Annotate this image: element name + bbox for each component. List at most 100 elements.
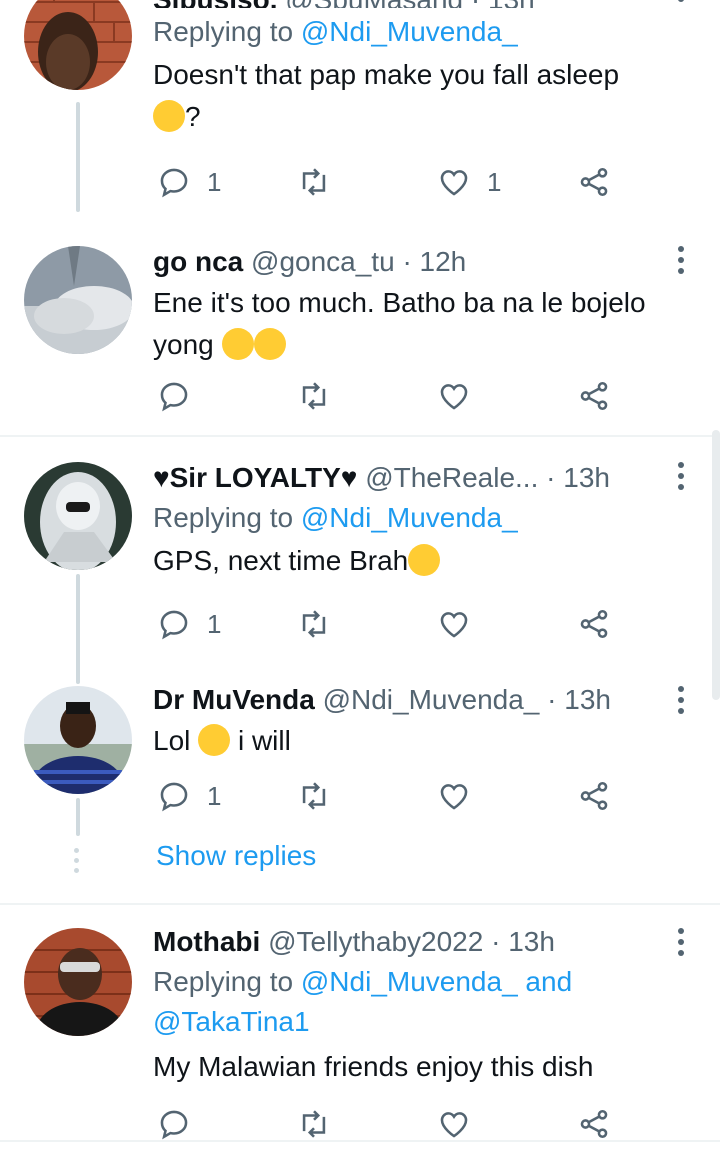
- share-icon: [580, 381, 608, 411]
- avatar-image: [24, 928, 132, 1036]
- timestamp[interactable]: · 13h: [471, 0, 535, 8]
- reply-icon: [160, 168, 188, 198]
- thread-line: [76, 102, 80, 212]
- tweet-actions: 1 1: [153, 162, 720, 202]
- reply-icon: [160, 782, 188, 812]
- reply-count: 1: [207, 166, 222, 197]
- pleading-face-emoji-icon: [408, 544, 441, 576]
- share-button[interactable]: [577, 1104, 611, 1144]
- tweet-actions: 1: [153, 776, 720, 816]
- retweet-button[interactable]: [297, 604, 331, 644]
- tweet-text: Doesn't that pap make you fall asleep ?: [153, 59, 620, 132]
- reply-button[interactable]: [157, 1104, 207, 1144]
- like-button[interactable]: [437, 776, 471, 816]
- display-name[interactable]: Dr MuVenda: [153, 684, 315, 715]
- handle[interactable]: @Tellythaby2022: [268, 926, 483, 957]
- more-options-icon[interactable]: [678, 0, 686, 7]
- mention-link[interactable]: @Ndi_Muvenda_: [301, 966, 518, 997]
- avatar[interactable]: [24, 246, 132, 354]
- tweet-header: ♥Sir LOYALTY♥ @TheReale... · 13h: [153, 460, 660, 496]
- mention-link[interactable]: @TakaTina1: [153, 1006, 310, 1037]
- avatar[interactable]: [24, 686, 132, 794]
- thread-line: [76, 798, 80, 836]
- share-icon: [580, 1109, 608, 1139]
- tweet-actions: 1: [153, 604, 720, 644]
- display-name[interactable]: ♥Sir LOYALTY♥: [153, 462, 357, 493]
- like-button[interactable]: [437, 604, 471, 644]
- laughing-emoji-icon: [198, 724, 231, 756]
- share-icon: [580, 167, 608, 197]
- timestamp[interactable]: · 13h: [491, 926, 555, 957]
- reply-count: 1: [207, 608, 222, 639]
- heart-icon: [440, 170, 468, 196]
- tweet-text: GPS, next time Brah: [153, 540, 660, 582]
- retweet-icon: [302, 168, 326, 196]
- reply-button[interactable]: 1: [157, 776, 221, 816]
- replying-to: Replying to @Ndi_Muvenda_: [153, 502, 518, 533]
- display-name[interactable]: Mothabi: [153, 926, 260, 957]
- display-name[interactable]: Sibusiso.: [153, 0, 277, 8]
- reply-icon: [160, 610, 188, 640]
- heart-icon: [440, 1112, 468, 1138]
- like-button[interactable]: [437, 376, 471, 416]
- share-button[interactable]: [577, 162, 611, 202]
- share-button[interactable]: [577, 776, 611, 816]
- reply-button[interactable]: 1: [157, 604, 221, 644]
- tweet-header: Sibusiso. @SbuMasang · 13h: [153, 0, 660, 8]
- like-button[interactable]: [437, 1104, 471, 1144]
- timestamp[interactable]: · 13h: [546, 462, 610, 493]
- rofl-emoji-icon: [221, 328, 254, 360]
- tweet-text: My Malawian friends enjoy this dish: [153, 1051, 594, 1082]
- heart-icon: [440, 612, 468, 638]
- reply-icon: [160, 1110, 188, 1140]
- timestamp[interactable]: · 12h: [402, 246, 466, 277]
- avatar[interactable]: [24, 462, 132, 570]
- tweet-header: Dr MuVenda @Ndi_Muvenda_ · 13h: [153, 682, 660, 718]
- divider: [0, 903, 720, 905]
- tweet-header: go nca @gonca_tu · 12h: [153, 244, 660, 280]
- and-others-link[interactable]: and: [518, 966, 572, 997]
- more-options-icon[interactable]: [678, 462, 686, 495]
- retweet-icon: [302, 1110, 326, 1138]
- tweet-actions: [153, 1104, 720, 1144]
- share-icon: [580, 781, 608, 811]
- handle[interactable]: @SbuMasang: [285, 0, 463, 8]
- reply-button[interactable]: [157, 376, 207, 416]
- avatar[interactable]: [24, 0, 132, 90]
- mention-link[interactable]: @Ndi_Muvenda_: [301, 16, 518, 47]
- like-count: 1: [487, 166, 502, 197]
- tweet-3[interactable]: ♥Sir LOYALTY♥ @TheReale... · 13h Replyin…: [0, 460, 720, 684]
- handle[interactable]: @TheReale...: [365, 462, 538, 493]
- more-options-icon[interactable]: [678, 686, 686, 719]
- tweet-5[interactable]: Mothabi @Tellythaby2022 · 13h Replying t…: [0, 924, 720, 1124]
- retweet-button[interactable]: [297, 776, 331, 816]
- mention-link[interactable]: @Ndi_Muvenda_: [301, 502, 518, 533]
- like-button[interactable]: 1: [437, 162, 501, 202]
- handle[interactable]: @gonca_tu: [251, 246, 395, 277]
- laughing-emoji-icon: [153, 100, 185, 132]
- tweet-actions: [153, 376, 720, 416]
- avatar[interactable]: [24, 928, 132, 1036]
- retweet-button[interactable]: [297, 376, 331, 416]
- retweet-button[interactable]: [297, 162, 331, 202]
- more-options-icon[interactable]: [678, 246, 686, 279]
- retweet-icon: [302, 610, 326, 638]
- replying-to: Replying to @Ndi_Muvenda_ and @TakaTina1: [153, 966, 573, 1037]
- black-heart-icon: ♥: [340, 462, 358, 493]
- display-name[interactable]: go nca: [153, 246, 243, 277]
- reply-button[interactable]: 1: [157, 162, 221, 202]
- avatar-image: [24, 462, 132, 570]
- more-options-icon[interactable]: [678, 928, 686, 961]
- tweet-text: Lol i will: [153, 724, 291, 756]
- retweet-button[interactable]: [297, 1104, 331, 1144]
- avatar-image: [24, 0, 132, 90]
- timestamp[interactable]: · 13h: [547, 684, 611, 715]
- show-replies-link[interactable]: Show replies: [156, 840, 316, 872]
- divider: [0, 1140, 720, 1142]
- heart-icon: [440, 384, 468, 410]
- heart-icon: [440, 784, 468, 810]
- handle[interactable]: @Ndi_Muvenda_: [323, 684, 540, 715]
- share-button[interactable]: [577, 604, 611, 644]
- thread-continuation-dots: [74, 848, 82, 878]
- share-button[interactable]: [577, 376, 611, 416]
